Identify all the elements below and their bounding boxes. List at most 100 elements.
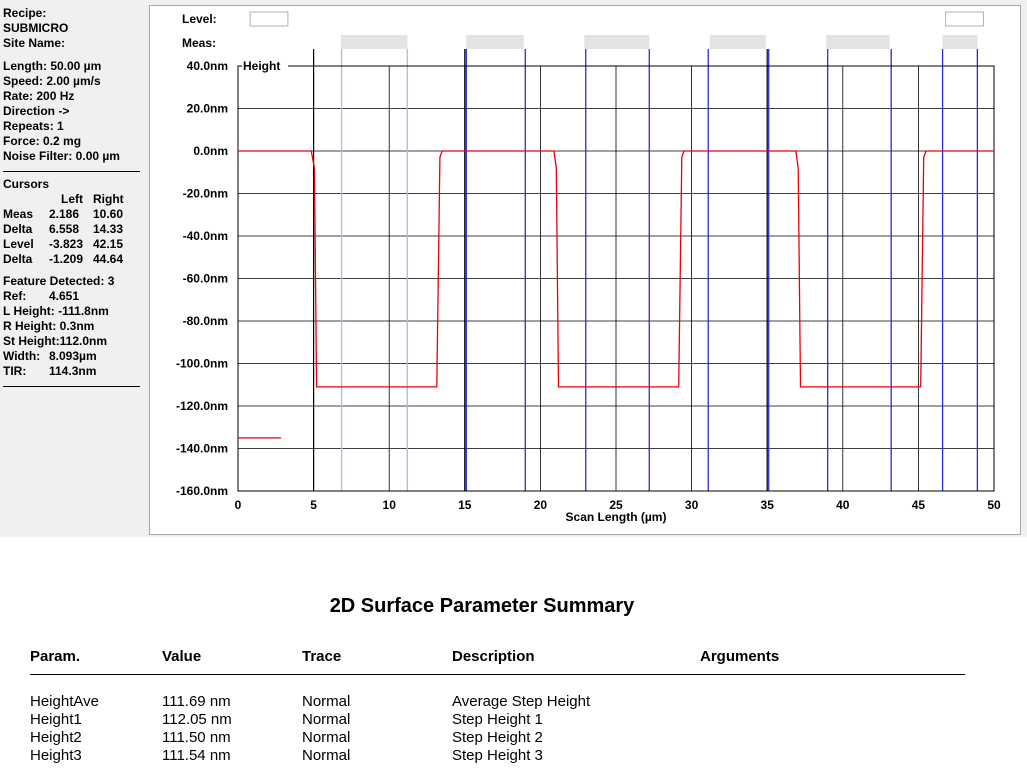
level-box [249, 11, 289, 27]
param-description: Step Height 1 [452, 711, 543, 728]
cursor-row-label: Level [3, 237, 34, 251]
param-value: 111.69 nm [162, 693, 231, 710]
x-tick-label: 10 [383, 498, 397, 512]
table-row: HeightAve 111.69 nm Normal Average Step … [30, 693, 965, 711]
scan-direction: Direction -> [3, 104, 70, 118]
x-tick-label: 15 [458, 498, 472, 512]
feature-row: Ref: 4.651 [3, 289, 145, 304]
y-tick-label: 0.0nm [193, 144, 228, 158]
level-label: Level: [182, 12, 217, 26]
meas-region-box [826, 35, 890, 49]
feature-value: 114.3nm [49, 364, 97, 378]
x-tick-label: 20 [534, 498, 548, 512]
param-description: Step Height 2 [452, 729, 543, 746]
cursor-left-value: 6.558 [49, 222, 80, 236]
cursor-right-value: 44.64 [93, 252, 124, 266]
header-param: Param. [30, 648, 81, 665]
recipe-name: SUBMICRO [3, 21, 69, 35]
meas-label: Meas: [182, 36, 216, 50]
cursor-row: Delta -1.209 44.64 [3, 252, 145, 267]
table-row: Height1 112.05 nm Normal Step Height 1 [30, 711, 965, 729]
meas-region-box [942, 35, 978, 49]
feature-value: 0.3nm [59, 319, 95, 333]
feature-row: R Height: 0.3nm [3, 319, 145, 334]
x-tick-label: 5 [310, 498, 317, 512]
param-name: Height3 [30, 747, 82, 764]
scan-rate: Rate: 200 Hz [3, 89, 75, 103]
cursor-right-value: 42.15 [93, 237, 124, 251]
scan-speed: Speed: 2.00 µm/s [3, 74, 101, 88]
y-tick-label: -20.0nm [183, 187, 228, 201]
scan-repeats: Repeats: 1 [3, 119, 64, 133]
header-description: Description [452, 648, 535, 665]
param-name: Height1 [30, 711, 82, 728]
x-tick-label: 30 [685, 498, 699, 512]
header-trace: Trace [302, 648, 342, 665]
cursor-right-value: 14.33 [93, 222, 124, 236]
feature-value: -111.8nm [58, 304, 109, 318]
y-tick-label: -120.0nm [176, 399, 228, 413]
y-tick-label: 20.0nm [187, 102, 228, 116]
x-tick-label: 45 [912, 498, 926, 512]
x-tick-label: 0 [235, 498, 242, 512]
table-row: Height3 111.54 nm Normal Step Height 3 [30, 747, 965, 765]
cursor-left-value: -1.209 [49, 252, 84, 266]
meas-region-box [340, 35, 408, 49]
meas-region-box [584, 35, 650, 49]
feature-row: L Height: -111.8nm [3, 304, 145, 319]
feature-value: 112.0nm [59, 334, 108, 348]
meas-region-box [709, 35, 766, 49]
param-trace: Normal [302, 747, 351, 764]
feature-label: Width: [3, 349, 41, 363]
recipe-label: Recipe: [3, 6, 47, 20]
meas-region-box [466, 35, 524, 49]
scan-length: Length: 50.00 µm [3, 59, 102, 73]
y-tick-label: 40.0nm [187, 59, 228, 73]
header-arguments: Arguments [700, 648, 780, 665]
divider [3, 171, 140, 172]
x-tick-label: 35 [761, 498, 775, 512]
feature-value: 4.651 [49, 289, 80, 303]
site-name-label: Site Name: [3, 36, 66, 50]
cursor-row: Meas 2.186 10.60 [3, 207, 145, 222]
feature-label: R Height: [3, 319, 57, 333]
cursor-right-header: Right [93, 192, 124, 206]
param-trace: Normal [302, 693, 351, 710]
param-name: HeightAve [30, 693, 99, 710]
header-value: Value [162, 648, 202, 665]
x-axis-label: Scan Length (µm) [566, 510, 667, 524]
param-description: Step Height 3 [452, 747, 543, 764]
y-tick-label: -160.0nm [176, 484, 228, 498]
feature-label: St Height: [3, 334, 60, 348]
info-panel: Recipe: SUBMICRO Site Name: Length: 50.0… [3, 6, 145, 392]
height-profile-chart: Level: Meas: Height 40.0nm 20.0nm 0.0nm -20.0n… [176, 11, 1001, 524]
param-description: Average Step Height [452, 693, 591, 710]
noise-filter: Noise Filter: 0.00 µm [3, 149, 120, 163]
cursor-left-value: -3.823 [49, 237, 84, 251]
cursors-title: Cursors [3, 177, 50, 191]
param-trace: Normal [302, 729, 351, 746]
header-rule [30, 674, 965, 675]
divider [3, 386, 140, 387]
feature-row: Width: 8.093µm [3, 349, 145, 364]
stylus-force: Force: 0.2 mg [3, 134, 82, 148]
cursor-right-value: 10.60 [93, 207, 124, 221]
feature-row: TIR: 114.3nm [3, 364, 145, 379]
features-detected: Feature Detected: 3 [3, 274, 115, 288]
feature-row: St Height:112.0nm [3, 334, 145, 349]
x-tick-label: 40 [836, 498, 850, 512]
param-trace: Normal [302, 711, 351, 728]
y-tick-label: -80.0nm [183, 314, 228, 328]
feature-label: TIR: [3, 364, 27, 378]
table-row: Height2 111.50 nm Normal Step Height 2 [30, 729, 965, 747]
cursor-left-header: Left [61, 192, 83, 206]
cursors-header: Left Right [3, 192, 145, 207]
cursor-row: Delta 6.558 14.33 [3, 222, 145, 237]
level-box [945, 11, 984, 27]
x-tick-label: 50 [987, 498, 1001, 512]
param-value: 111.50 nm [162, 729, 231, 746]
cursor-row-label: Delta [3, 222, 33, 236]
y-tick-label: -100.0nm [176, 357, 228, 371]
series-label: Height [243, 59, 280, 73]
summary-title: 2D Surface Parameter Summary [329, 595, 635, 617]
